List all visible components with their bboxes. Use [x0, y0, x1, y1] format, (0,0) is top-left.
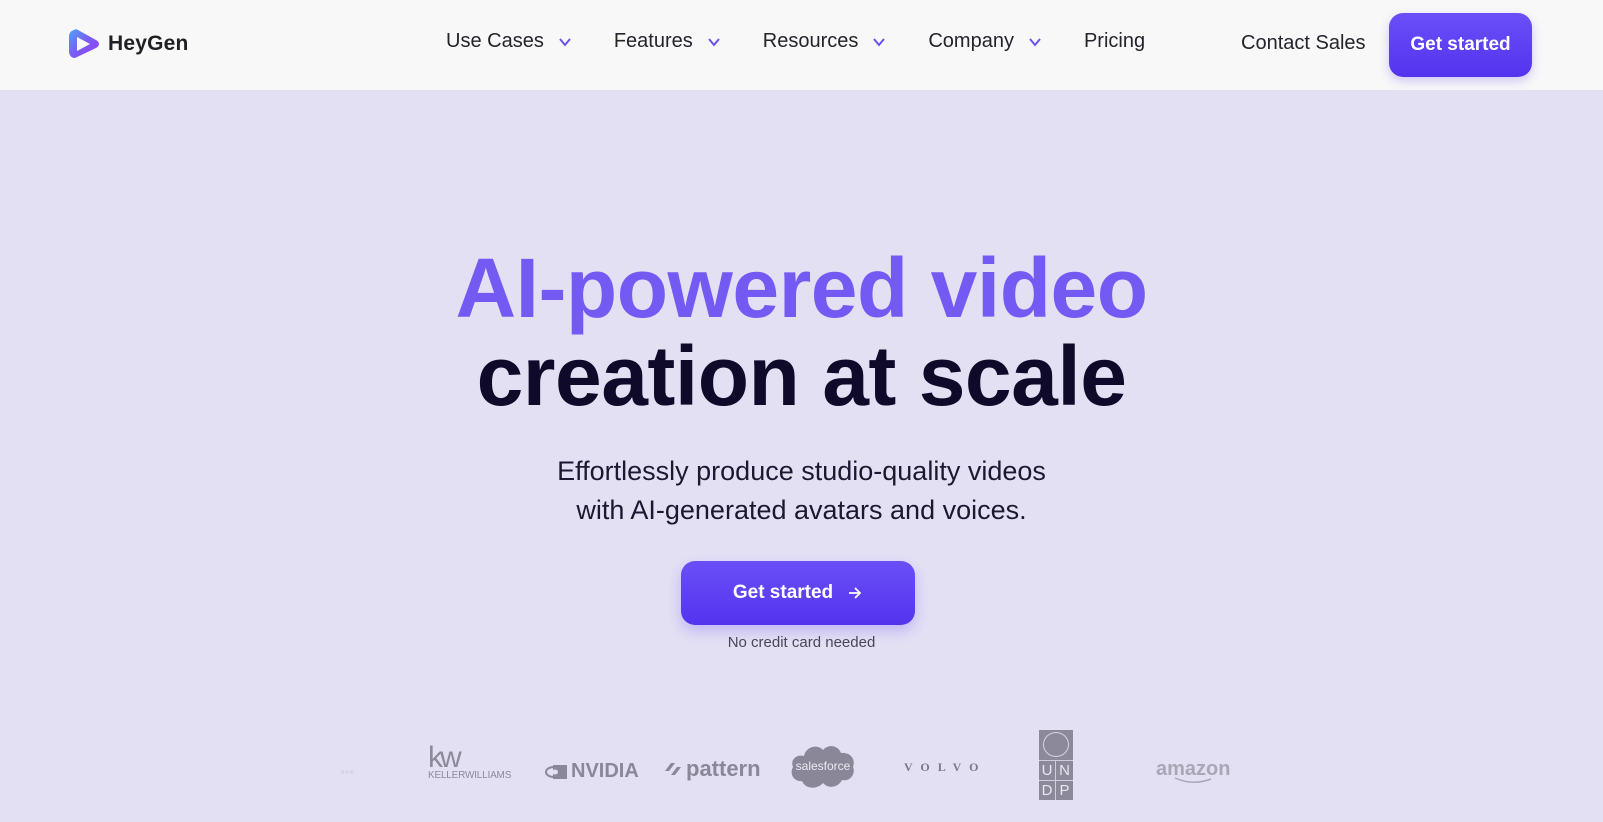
- hero-title-accent: AI-powered video: [455, 241, 1148, 335]
- nvidia-eye-icon: [545, 764, 567, 779]
- nav-features-label: Features: [613, 30, 693, 52]
- nav-use-cases-label: Use Cases: [446, 30, 544, 52]
- nav-use-cases[interactable]: Use Cases: [446, 30, 572, 53]
- pattern-logo: pattern: [664, 756, 761, 782]
- main-nav: Use Cases Features Resources Company Pri…: [446, 30, 1145, 53]
- hero-subtitle-line1: Effortlessly produce studio-quality vide…: [557, 456, 1046, 486]
- nav-resources[interactable]: Resources: [763, 30, 887, 53]
- hero-get-started-button[interactable]: Get started: [681, 561, 915, 625]
- nvidia-logo: NVIDIA: [545, 760, 639, 783]
- heygen-logo-icon: [69, 29, 99, 58]
- amazon-smile-icon: [1174, 777, 1212, 783]
- no-credit-card-note: No credit card needed: [727, 634, 876, 651]
- brand-name: HeyGen: [108, 32, 189, 55]
- nav-company-label: Company: [928, 30, 1014, 52]
- nav-company[interactable]: Company: [928, 30, 1042, 53]
- pattern-mark-icon: [665, 763, 681, 775]
- hero-subtitle-line2: with AI-generated avatars and voices.: [576, 495, 1027, 525]
- pattern-wordmark: pattern: [686, 756, 761, 781]
- arrow-right-icon: [849, 587, 862, 599]
- salesforce-logo: salesforce: [790, 742, 856, 790]
- hero-title-main: creation at scale: [476, 329, 1127, 423]
- customer-logos-strip: ▪▪▪ kw KELLERWILLIAMS NVIDIA pattern sal…: [0, 720, 1603, 810]
- faded-logo: ▪▪▪: [340, 764, 354, 779]
- nav-features[interactable]: Features: [614, 30, 721, 53]
- salesforce-wordmark: salesforce: [795, 759, 851, 773]
- volvo-logo: VOLVO: [904, 760, 987, 774]
- top-navigation-bar: HeyGen Use Cases Features Resources Comp…: [0, 0, 1603, 90]
- undp-logo: U N D P: [1039, 730, 1073, 800]
- nav-pricing[interactable]: Pricing: [1084, 30, 1145, 53]
- nvidia-wordmark: NVIDIA: [571, 760, 639, 782]
- keller-williams-mark: kw: [428, 741, 462, 774]
- un-emblem-icon: [1043, 732, 1069, 757]
- undp-letter: U: [1039, 760, 1056, 780]
- undp-letters: U N D P: [1039, 760, 1073, 800]
- amazon-logo: amazon: [1156, 758, 1230, 785]
- chevron-down-icon: [559, 37, 571, 47]
- header-get-started-button[interactable]: Get started: [1389, 13, 1532, 77]
- keller-williams-name: KELLERWILLIAMS: [428, 770, 512, 781]
- heygen-logo[interactable]: HeyGen: [68, 27, 189, 61]
- nav-pricing-label: Pricing: [1083, 30, 1146, 52]
- keller-williams-logo: kw KELLERWILLIAMS: [428, 741, 512, 782]
- chevron-down-icon: [873, 37, 886, 47]
- chevron-down-icon: [707, 37, 720, 47]
- chevron-down-icon: [1029, 37, 1041, 47]
- hero-get-started-label: Get started: [732, 582, 834, 603]
- contact-sales-link[interactable]: Contact Sales: [1241, 32, 1366, 55]
- undp-letter: N: [1056, 760, 1073, 780]
- undp-letter: P: [1056, 780, 1073, 800]
- undp-letter: D: [1039, 780, 1056, 800]
- nav-resources-label: Resources: [762, 30, 859, 52]
